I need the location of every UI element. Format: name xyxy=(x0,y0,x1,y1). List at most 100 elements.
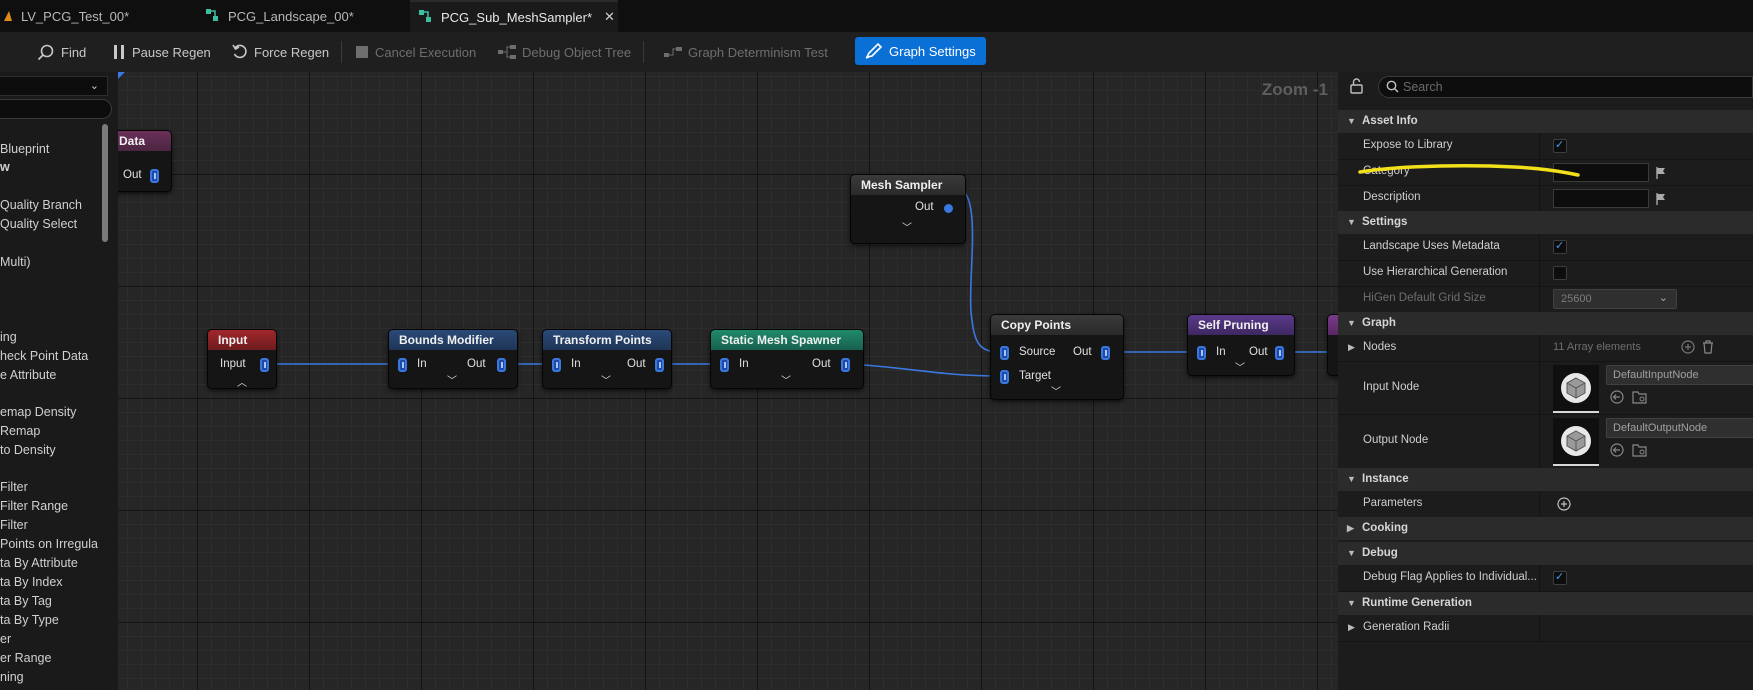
palette-item[interactable]: ta By Index xyxy=(0,575,63,589)
lock-icon[interactable] xyxy=(1350,78,1364,99)
node-bounds-modifier[interactable]: Bounds Modifier In Out ﹀ xyxy=(388,329,518,389)
browse-folder-icon[interactable] xyxy=(1632,443,1648,462)
input-pin[interactable] xyxy=(1000,346,1009,360)
node-self-pruning[interactable]: Self Pruning In Out ﹀ xyxy=(1187,314,1295,376)
input-node-thumbnail[interactable] xyxy=(1553,365,1599,413)
input-pin[interactable] xyxy=(1197,346,1206,360)
palette-item[interactable]: ing xyxy=(0,330,17,344)
input-pin[interactable] xyxy=(398,358,407,372)
expand-arrow-icon[interactable]: ▶ xyxy=(1348,342,1355,353)
find-button[interactable]: Find xyxy=(37,40,86,64)
output-node-thumbnail[interactable] xyxy=(1553,418,1599,466)
palette-item[interactable]: Multi) xyxy=(0,255,31,269)
chevron-down-icon[interactable]: ﹀ xyxy=(447,372,457,387)
node-data[interactable]: Data Out xyxy=(118,130,172,192)
output-pin[interactable] xyxy=(497,358,506,372)
close-icon[interactable]: ✕ xyxy=(604,9,615,25)
output-pin[interactable] xyxy=(1275,346,1284,360)
output-pin[interactable] xyxy=(1101,346,1110,360)
pin-label: Out xyxy=(627,358,646,370)
output-pin[interactable] xyxy=(260,358,269,372)
input-pin[interactable] xyxy=(1000,370,1009,384)
landscape-metadata-checkbox[interactable] xyxy=(1553,239,1567,254)
section-cooking[interactable]: ▶ Cooking xyxy=(1338,517,1753,540)
chevron-up-icon[interactable]: ︿ xyxy=(237,374,247,389)
node-mesh-sampler[interactable]: Mesh Sampler Out ﹀ xyxy=(850,174,966,244)
node-input[interactable]: Input Input ︿ xyxy=(207,329,277,389)
palette-item[interactable]: Blueprint xyxy=(0,142,49,156)
tab-lv-pcg-test[interactable]: LV_PCG_Test_00* xyxy=(0,0,190,32)
palette-search-input[interactable] xyxy=(0,99,112,119)
expand-arrow-icon[interactable]: ▶ xyxy=(1348,622,1355,633)
debug-flag-checkbox[interactable] xyxy=(1553,570,1567,585)
node-title: Copy Points xyxy=(991,315,1123,335)
input-node-asset-name[interactable]: DefaultInputNode xyxy=(1606,365,1753,385)
palette-item[interactable]: ta By Type xyxy=(0,613,59,627)
chevron-down-icon[interactable]: ﹀ xyxy=(601,372,611,387)
details-search-input[interactable]: Search xyxy=(1378,76,1753,98)
graph-determinism-test-button[interactable]: Graph Determinism Test xyxy=(664,40,828,64)
palette-item[interactable]: Quality Branch xyxy=(0,198,82,212)
palette-filter-dropdown[interactable]: ⌄ xyxy=(0,76,108,96)
graph-canvas[interactable]: Zoom -1 Data Out Input Input ︿ Bounds Mo… xyxy=(118,72,1338,690)
node-static-mesh-spawner[interactable]: Static Mesh Spawner In Out ﹀ xyxy=(710,329,864,389)
tab-pcg-landscape[interactable]: PCG_Landscape_00* xyxy=(205,0,405,32)
palette-item[interactable]: Quality Select xyxy=(0,217,77,231)
flag-icon[interactable] xyxy=(1656,166,1666,179)
palette-item[interactable]: emap Density xyxy=(0,405,76,419)
hierarchical-generation-checkbox[interactable] xyxy=(1553,266,1567,280)
output-pin[interactable] xyxy=(944,204,953,213)
tab-pcg-sub-meshsampler[interactable]: PCG_Sub_MeshSampler* ✕ xyxy=(410,0,618,32)
section-settings[interactable]: ▼ Settings xyxy=(1338,211,1753,234)
chevron-down-icon: ⌄ xyxy=(89,80,99,92)
chevron-down-icon[interactable]: ﹀ xyxy=(781,372,791,387)
chevron-down-icon[interactable]: ﹀ xyxy=(1235,359,1245,374)
chevron-down-icon[interactable]: ﹀ xyxy=(902,219,912,234)
use-selected-icon[interactable] xyxy=(1610,390,1624,409)
add-element-icon[interactable] xyxy=(1681,340,1695,359)
input-pin[interactable] xyxy=(552,358,561,372)
add-parameter-icon[interactable] xyxy=(1557,497,1571,516)
palette-item[interactable]: ta By Tag xyxy=(0,594,52,608)
palette-item[interactable]: er Range xyxy=(0,651,51,665)
expose-to-library-checkbox[interactable] xyxy=(1553,138,1567,153)
chevron-down-icon[interactable]: ﹀ xyxy=(1051,383,1061,398)
browse-folder-icon[interactable] xyxy=(1632,390,1648,409)
cancel-execution-button[interactable]: Cancel Execution xyxy=(355,40,476,64)
palette-item[interactable]: ning xyxy=(0,670,24,684)
higen-grid-size-dropdown[interactable]: 25600 ⌄ xyxy=(1553,289,1677,309)
palette-item[interactable]: to Density xyxy=(0,443,56,457)
node-transform-points[interactable]: Transform Points In Out ﹀ xyxy=(542,329,672,389)
palette-item[interactable]: e Attribute xyxy=(0,368,56,382)
section-instance[interactable]: ▼ Instance xyxy=(1338,468,1753,491)
palette-item[interactable]: Filter Range xyxy=(0,499,68,513)
palette-item[interactable]: Remap xyxy=(0,424,40,438)
description-field[interactable] xyxy=(1553,189,1649,208)
flag-icon[interactable] xyxy=(1656,192,1666,205)
output-pin[interactable] xyxy=(655,358,664,372)
palette-item[interactable]: Filter xyxy=(0,480,28,494)
palette-item[interactable]: Points on Irregula xyxy=(0,537,98,551)
use-selected-icon[interactable] xyxy=(1610,443,1624,462)
output-pin[interactable] xyxy=(841,358,850,372)
debug-object-tree-button[interactable]: Debug Object Tree xyxy=(498,40,631,64)
section-runtime-generation[interactable]: ▼ Runtime Generation xyxy=(1338,592,1753,615)
pause-regen-button[interactable]: Pause Regen xyxy=(112,40,211,64)
node-partial[interactable] xyxy=(1327,314,1338,376)
palette-item[interactable]: w xyxy=(0,160,10,174)
palette-item[interactable]: heck Point Data xyxy=(0,349,88,363)
graph-settings-button[interactable]: Graph Settings xyxy=(855,37,986,65)
force-regen-button[interactable]: Force Regen xyxy=(232,40,329,64)
output-pin[interactable] xyxy=(150,169,159,183)
section-asset-info[interactable]: ▼ Asset Info xyxy=(1338,110,1753,133)
section-debug[interactable]: ▼ Debug xyxy=(1338,542,1753,565)
output-node-asset-name[interactable]: DefaultOutputNode xyxy=(1606,418,1753,438)
section-graph[interactable]: ▼ Graph xyxy=(1338,312,1753,335)
palette-item[interactable]: ta By Attribute xyxy=(0,556,78,570)
palette-item[interactable]: er xyxy=(0,632,11,646)
node-copy-points[interactable]: Copy Points Source Out Target ﹀ xyxy=(990,314,1124,400)
input-pin[interactable] xyxy=(720,358,729,372)
trash-icon[interactable] xyxy=(1702,340,1714,359)
palette-scrollbar[interactable] xyxy=(102,124,108,242)
palette-item[interactable]: Filter xyxy=(0,518,28,532)
